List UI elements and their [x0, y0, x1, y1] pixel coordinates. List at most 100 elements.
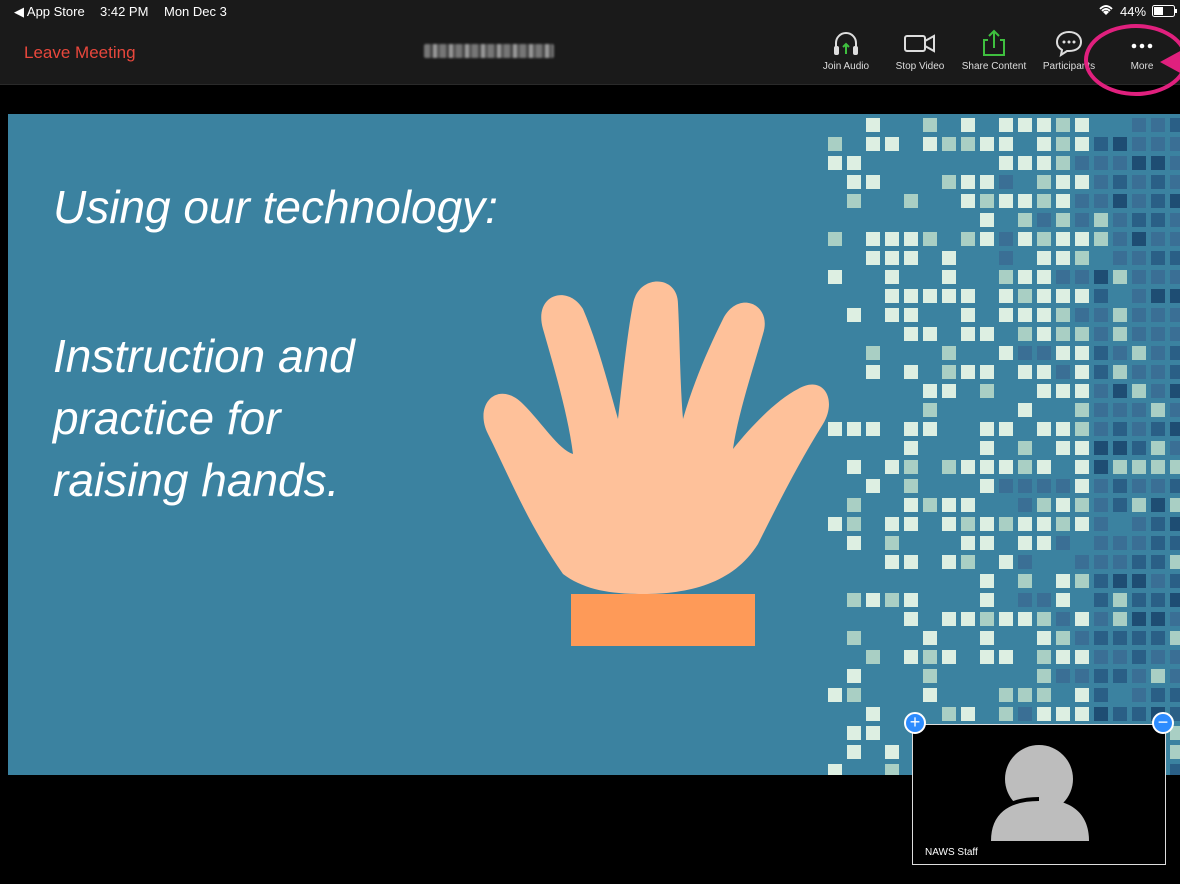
mosaic-square — [1056, 194, 1070, 208]
mosaic-square — [1075, 308, 1089, 322]
mosaic-square — [999, 308, 1013, 322]
mosaic-square — [1132, 175, 1146, 189]
mosaic-square — [828, 156, 842, 170]
mosaic-square — [1113, 232, 1127, 246]
mosaic-square — [1018, 517, 1032, 531]
mosaic-square — [999, 650, 1013, 664]
mosaic-square — [1132, 593, 1146, 607]
mosaic-square — [1056, 118, 1070, 132]
back-to-app-store[interactable]: ◀ App Store — [14, 4, 85, 20]
mosaic-square — [1037, 669, 1051, 683]
mosaic-square — [1056, 574, 1070, 588]
mosaic-square — [1132, 327, 1146, 341]
mosaic-square — [1170, 118, 1180, 132]
mosaic-square — [866, 726, 880, 740]
mosaic-square — [1151, 289, 1165, 303]
mosaic-square — [866, 707, 880, 721]
mosaic-square — [1075, 251, 1089, 265]
mosaic-square — [942, 517, 956, 531]
mosaic-square — [1075, 346, 1089, 360]
mosaic-square — [1018, 213, 1032, 227]
mosaic-square — [1113, 536, 1127, 550]
mosaic-square — [999, 232, 1013, 246]
mosaic-square — [1037, 688, 1051, 702]
mosaic-square — [1075, 460, 1089, 474]
mosaic-square — [904, 441, 918, 455]
mosaic-square — [1018, 498, 1032, 512]
mosaic-square — [1075, 479, 1089, 493]
stop-video-label: Stop Video — [895, 61, 945, 72]
mosaic-square — [1056, 593, 1070, 607]
mosaic-square — [1170, 422, 1180, 436]
mosaic-square — [1170, 232, 1180, 246]
mosaic-square — [1075, 270, 1089, 284]
mosaic-square — [1037, 631, 1051, 645]
mosaic-square — [1170, 517, 1180, 531]
mosaic-square — [999, 707, 1013, 721]
mosaic-square — [923, 498, 937, 512]
mosaic-square — [1056, 156, 1070, 170]
mosaic-square — [1018, 688, 1032, 702]
mosaic-square — [847, 745, 861, 759]
mosaic-square — [980, 536, 994, 550]
minimize-video-button[interactable]: − — [1152, 712, 1174, 734]
mosaic-square — [1075, 327, 1089, 341]
mosaic-square — [1151, 688, 1165, 702]
mosaic-square — [904, 251, 918, 265]
mosaic-square — [1170, 365, 1180, 379]
mosaic-square — [1132, 194, 1146, 208]
mosaic-square — [1170, 555, 1180, 569]
mosaic-square — [1018, 707, 1032, 721]
stop-video-button[interactable]: Stop Video — [890, 28, 950, 72]
share-content-button[interactable]: Share Content — [956, 28, 1032, 72]
mosaic-square — [1075, 403, 1089, 417]
mosaic-square — [1094, 707, 1108, 721]
mosaic-square — [923, 650, 937, 664]
mosaic-square — [1170, 346, 1180, 360]
expand-video-button[interactable]: + — [904, 712, 926, 734]
mosaic-square — [1132, 308, 1146, 322]
mosaic-square — [1037, 270, 1051, 284]
mosaic-square — [923, 137, 937, 151]
mosaic-square — [1132, 232, 1146, 246]
mosaic-square — [904, 422, 918, 436]
mosaic-square — [847, 726, 861, 740]
chat-bubble-icon — [1055, 30, 1083, 58]
mosaic-square — [904, 460, 918, 474]
mosaic-square — [847, 631, 861, 645]
mosaic-square — [885, 308, 899, 322]
mosaic-square — [980, 517, 994, 531]
mosaic-square — [1056, 251, 1070, 265]
hand-base-bar — [571, 594, 755, 646]
mosaic-square — [1170, 593, 1180, 607]
self-video-thumbnail[interactable]: NAWS Staff — [912, 724, 1166, 865]
mosaic-square — [1132, 631, 1146, 645]
mosaic-square — [980, 574, 994, 588]
mosaic-square — [904, 593, 918, 607]
mosaic-square — [1132, 650, 1146, 664]
mosaic-square — [847, 593, 861, 607]
leave-meeting-button[interactable]: Leave Meeting — [24, 43, 136, 63]
mosaic-square — [1056, 346, 1070, 360]
mosaic-square — [885, 745, 899, 759]
battery-percent: 44% — [1120, 4, 1147, 19]
mosaic-square — [961, 308, 975, 322]
mosaic-square — [1113, 460, 1127, 474]
mosaic-square — [1151, 384, 1165, 398]
share-content-label: Share Content — [961, 61, 1027, 72]
mosaic-square — [1113, 593, 1127, 607]
mosaic-square — [980, 213, 994, 227]
mosaic-square — [1075, 118, 1089, 132]
battery-icon — [1152, 5, 1178, 20]
join-audio-button[interactable]: Join Audio — [818, 28, 874, 72]
mosaic-square — [923, 631, 937, 645]
mosaic-square — [1056, 137, 1070, 151]
mosaic-square — [1151, 137, 1165, 151]
mosaic-square — [1113, 194, 1127, 208]
mosaic-square — [847, 194, 861, 208]
mosaic-square — [980, 365, 994, 379]
mosaic-square — [828, 232, 842, 246]
mosaic-square — [1170, 479, 1180, 493]
mosaic-square — [1094, 669, 1108, 683]
mosaic-square — [1170, 270, 1180, 284]
